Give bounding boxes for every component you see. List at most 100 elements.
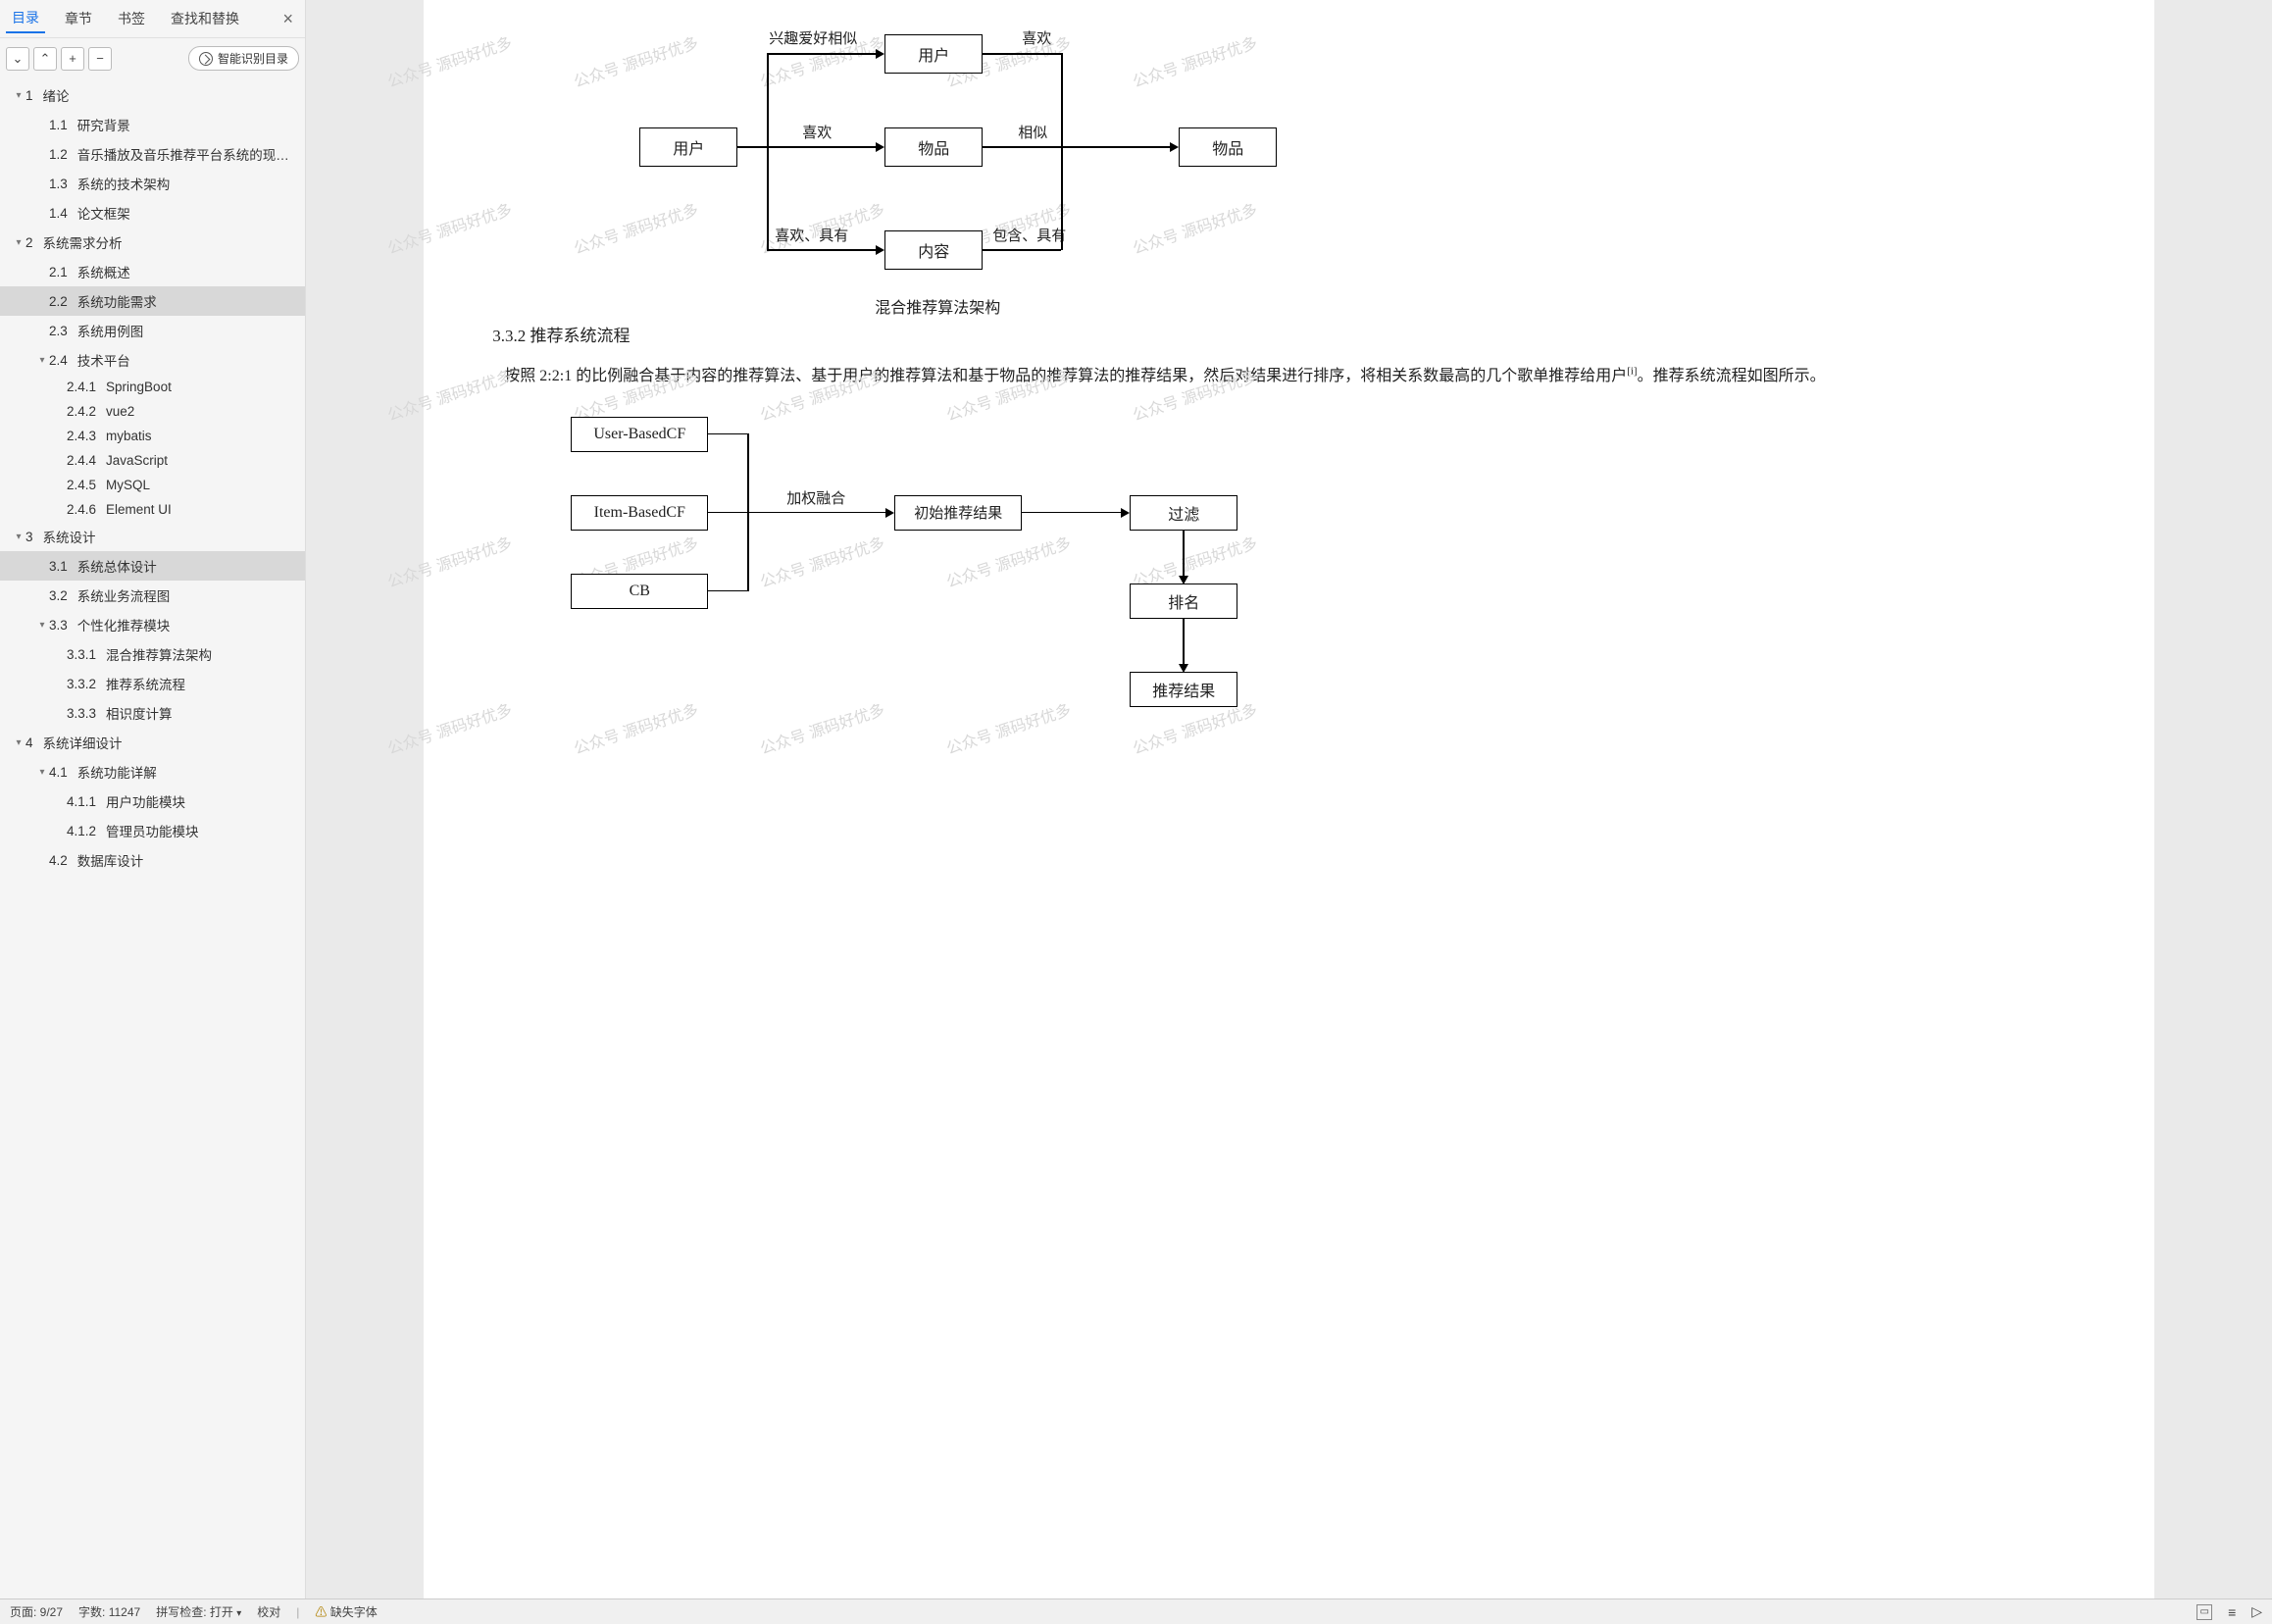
toc-item[interactable]: 1.4论文框架 — [0, 198, 305, 228]
toc-item[interactable]: 4.1.1用户功能模块 — [0, 787, 305, 816]
toc-item[interactable]: 1.3系统的技术架构 — [0, 169, 305, 198]
collapse-button[interactable]: ⌄ — [6, 47, 29, 71]
toc-item-number: 4 — [25, 736, 33, 750]
node-item-cf: Item-BasedCF — [571, 495, 708, 531]
toc-item-label: 系统概述 — [77, 262, 130, 281]
node-cb: CB — [571, 574, 708, 609]
toc-item-label: 管理员功能模块 — [106, 821, 199, 840]
remove-button[interactable]: − — [88, 47, 112, 71]
tab-chapter[interactable]: 章节 — [59, 5, 98, 32]
toc-item-number: 1 — [25, 88, 33, 103]
status-page[interactable]: 页面: 9/27 — [10, 1603, 63, 1620]
toc-item-label: vue2 — [106, 404, 134, 419]
toc-toolbar: ⌄ ⌃ + − 智能识别目录 — [0, 38, 305, 78]
smart-detect-toc-button[interactable]: 智能识别目录 — [188, 46, 299, 71]
toc-item-number: 4.2 — [49, 853, 68, 868]
status-word-count[interactable]: 字数: 11247 — [78, 1603, 140, 1620]
chevron-icon: ▾ — [12, 737, 25, 748]
toc-item-number: 3.2 — [49, 588, 68, 603]
play-icon[interactable]: ▷ — [2251, 1603, 2262, 1620]
toc-item[interactable]: 4.2数据库设计 — [0, 845, 305, 875]
node-item2: 物品 — [1179, 127, 1277, 167]
toc-item[interactable]: 2.4.4JavaScript — [0, 448, 305, 473]
status-missing-fonts[interactable]: ⚠ 缺失字体 — [315, 1603, 377, 1620]
document-viewport[interactable]: 公众号 源码好优多公众号 源码好优多公众号 源码好优多公众号 源码好优多公众号 … — [306, 0, 2272, 1599]
toc-item-label: 相识度计算 — [106, 703, 173, 723]
edge-label: 加权融合 — [786, 487, 845, 508]
diagram-hybrid-architecture: 用户 用户 物品 内容 物品 兴趣爱好相似 喜欢 — [561, 10, 1375, 304]
watermark-text: 公众号 源码好优多 — [384, 530, 515, 592]
tab-bookmark[interactable]: 书签 — [112, 5, 151, 32]
heading-3-3-2: 3.3.2 推荐系统流程 — [492, 322, 2104, 346]
node-rank: 排名 — [1130, 584, 1237, 619]
toc-item[interactable]: 2.4.2vue2 — [0, 399, 305, 424]
toc-item[interactable]: ▾1绪论 — [0, 80, 305, 110]
toc-item-number: 4.1.2 — [67, 824, 96, 838]
watermark-text: 公众号 源码好优多 — [384, 29, 515, 92]
toc-item[interactable]: 2.4.6Element UI — [0, 497, 305, 522]
edge-label: 喜欢、具有 — [775, 225, 848, 245]
toc-item-number: 2.4.3 — [67, 429, 96, 443]
diagram-caption: 混合推荐算法架构 — [875, 294, 1000, 318]
paragraph: 按照 2:2:1 的比例融合基于内容的推荐算法、基于用户的推荐算法和基于物品的推… — [473, 360, 2104, 393]
toc-item[interactable]: 3.1系统总体设计 — [0, 551, 305, 581]
view-page-icon[interactable]: ▭ — [2196, 1604, 2212, 1620]
compass-icon — [199, 52, 213, 66]
add-button[interactable]: + — [61, 47, 84, 71]
toc-item-label: JavaScript — [106, 453, 168, 468]
toc-item[interactable]: 1.1研究背景 — [0, 110, 305, 139]
toc-item[interactable]: 2.4.5MySQL — [0, 473, 305, 497]
toc-item-label: 混合推荐算法架构 — [106, 644, 212, 664]
toc-item[interactable]: 3.3.1 混合推荐算法架构 — [0, 639, 305, 669]
toc-item[interactable]: ▾3系统设计 — [0, 522, 305, 551]
expand-button[interactable]: ⌃ — [33, 47, 57, 71]
toc-item[interactable]: ▾2.4技术平台 — [0, 345, 305, 375]
chevron-icon: ▾ — [35, 767, 49, 778]
toc-item-label: 系统设计 — [43, 527, 96, 546]
toc-tree[interactable]: ▾1绪论1.1研究背景1.2音乐播放及音乐推荐平台系统的现…1.3系统的技术架构… — [0, 78, 305, 1599]
toc-item[interactable]: ▾4系统详细设计 — [0, 728, 305, 757]
toc-item-label: 系统需求分析 — [43, 232, 123, 252]
toc-item-number: 3.3 — [49, 618, 68, 633]
toc-item-label: 系统用例图 — [77, 321, 144, 340]
toc-item-number: 2 — [25, 235, 33, 250]
toc-item-number: 3.3.2 — [67, 677, 96, 691]
toc-item[interactable]: 3.3.3相识度计算 — [0, 698, 305, 728]
toc-item[interactable]: 4.1.2 管理员功能模块 — [0, 816, 305, 845]
toc-item-number: 2.2 — [49, 294, 68, 309]
toc-item-label: 论文框架 — [77, 203, 130, 223]
node-user: 用户 — [884, 34, 983, 74]
edge-label: 包含、具有 — [992, 225, 1066, 245]
toc-item[interactable]: 3.2系统业务流程图 — [0, 581, 305, 610]
diagram-recommendation-flow: User-BasedCF Item-BasedCF CB 初始推荐结果 过滤 排… — [531, 407, 1296, 721]
tab-find-replace[interactable]: 查找和替换 — [165, 5, 245, 32]
toc-item-number: 3.3.1 — [67, 647, 96, 662]
toc-item-number: 4.1 — [49, 765, 68, 780]
toc-item[interactable]: 2.1系统概述 — [0, 257, 305, 286]
close-icon[interactable]: × — [277, 9, 299, 29]
smart-detect-label: 智能识别目录 — [218, 50, 288, 67]
plus-icon: + — [69, 51, 76, 66]
toc-item[interactable]: 1.2音乐播放及音乐推荐平台系统的现… — [0, 139, 305, 169]
toc-item[interactable]: ▾3.3个性化推荐模块 — [0, 610, 305, 639]
toc-item-label: 用户功能模块 — [106, 791, 185, 811]
tab-toc[interactable]: 目录 — [6, 4, 45, 33]
toc-item[interactable]: ▾2系统需求分析 — [0, 228, 305, 257]
toc-item[interactable]: 2.4.3mybatis — [0, 424, 305, 448]
status-spellcheck[interactable]: 拼写检查: 打开 ▾ — [156, 1603, 241, 1620]
toc-item-label: 研究背景 — [77, 115, 130, 134]
toc-item-label: 系统总体设计 — [77, 556, 157, 576]
toc-item[interactable]: 2.3系统用例图 — [0, 316, 305, 345]
toc-item-label: 个性化推荐模块 — [77, 615, 171, 634]
minus-icon: − — [96, 51, 104, 66]
view-list-icon[interactable]: ≡ — [2224, 1604, 2240, 1620]
toc-item[interactable]: ▾4.1系统功能详解 — [0, 757, 305, 787]
toc-item-number: 3 — [25, 530, 33, 544]
toc-item-number: 2.4.5 — [67, 478, 96, 492]
toc-item[interactable]: 3.3.2推荐系统流程 — [0, 669, 305, 698]
toc-item[interactable]: 2.2系统功能需求 — [0, 286, 305, 316]
status-proofread[interactable]: 校对 — [257, 1603, 280, 1620]
citation-mark: [i] — [1627, 366, 1637, 378]
toc-item-label: Element UI — [106, 502, 172, 517]
toc-item[interactable]: 2.4.1SpringBoot — [0, 375, 305, 399]
